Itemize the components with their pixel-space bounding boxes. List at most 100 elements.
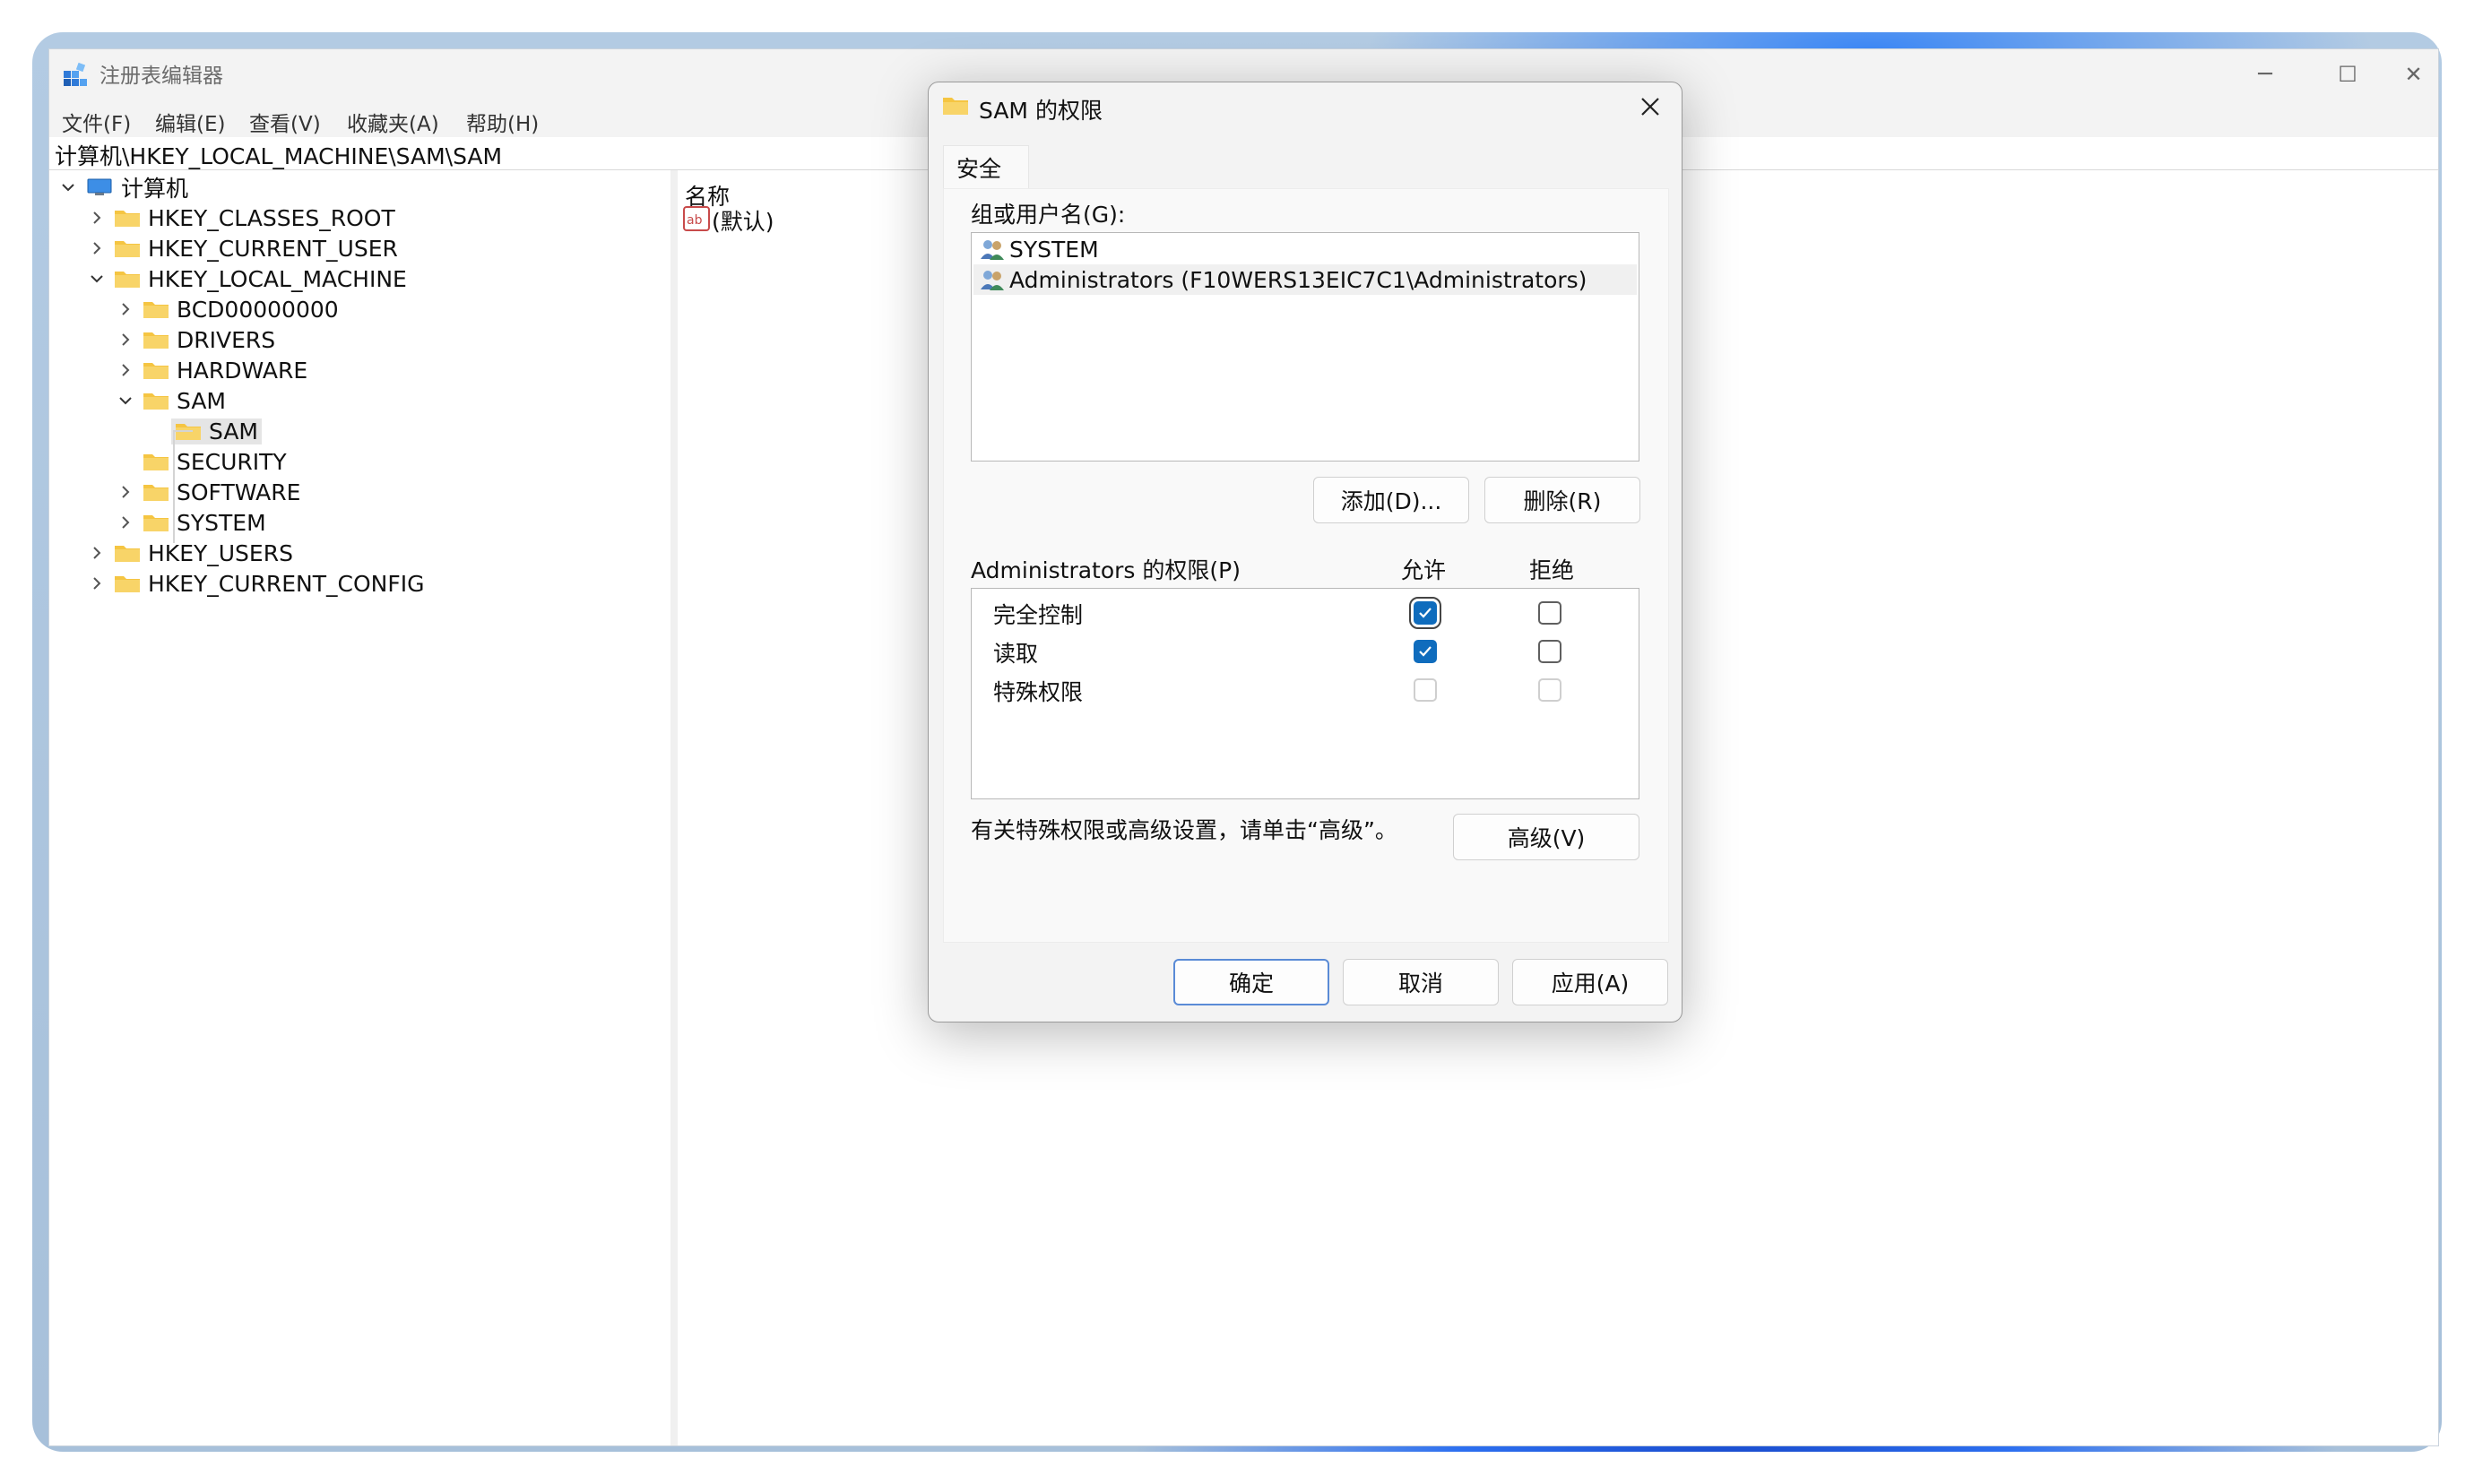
tree-item-security[interactable]: SECURITY: [143, 446, 287, 477]
computer-icon: [87, 178, 112, 195]
tree-item-label: BCD00000000: [177, 296, 339, 323]
special-deny-checkbox: [1538, 678, 1561, 702]
tree-item-hkey-local-machine[interactable]: HKEY_LOCAL_MACHINE: [87, 263, 407, 294]
tree-connector: [173, 430, 175, 543]
folder-icon: [143, 302, 169, 318]
tree-item-sam[interactable]: SAM: [116, 385, 226, 416]
tree-item-label: HKEY_CURRENT_USER: [148, 235, 398, 262]
read-deny-checkbox[interactable]: [1538, 640, 1561, 663]
user-name: SYSTEM: [1009, 236, 1099, 263]
tree-item-hardware[interactable]: HARDWARE: [116, 355, 307, 385]
user-item-administrators[interactable]: Administrators (F10WERS13EIC7C1\Administ…: [973, 264, 1637, 295]
folder-open-icon: [115, 272, 140, 288]
dialog-close-button[interactable]: [1628, 88, 1673, 125]
ok-button[interactable]: 确定: [1173, 959, 1329, 1005]
pane-splitter[interactable]: [670, 170, 678, 1445]
value-name[interactable]: (默认): [712, 204, 774, 237]
address-path[interactable]: 计算机\HKEY_LOCAL_MACHINE\SAM\SAM: [55, 139, 502, 171]
chevron-right-icon[interactable]: [116, 299, 135, 319]
permission-read: 读取: [993, 641, 1039, 667]
tree-item-label: HKEY_LOCAL_MACHINE: [148, 265, 407, 292]
tree-item-label: HARDWARE: [177, 357, 308, 384]
svg-text:ab: ab: [687, 213, 703, 228]
folder-icon: [143, 515, 169, 531]
chevron-down-icon[interactable]: [116, 391, 135, 410]
checkmark-icon: [1419, 608, 1432, 618]
chevron-right-icon[interactable]: [116, 482, 135, 502]
remove-button[interactable]: 删除(R): [1484, 477, 1640, 523]
tree-item-system[interactable]: SYSTEM: [116, 507, 266, 538]
tree-item-label: 计算机: [121, 176, 189, 202]
tree-item-computer[interactable]: 计算机: [58, 172, 188, 203]
read-allow-checkbox[interactable]: [1414, 640, 1437, 663]
string-value-icon: ab: [683, 206, 710, 231]
tree-item-label: SYSTEM: [177, 509, 266, 536]
advanced-button[interactable]: 高级(V): [1453, 814, 1639, 860]
user-group-icon: [981, 271, 1004, 290]
full-control-deny-checkbox[interactable]: [1538, 601, 1561, 625]
menu-view[interactable]: 查看(V): [249, 107, 321, 137]
maximize-button[interactable]: ☐: [2306, 49, 2389, 99]
user-item-system[interactable]: SYSTEM: [973, 234, 1637, 264]
tree-item-label: HKEY_USERS: [148, 539, 293, 566]
chevron-right-icon[interactable]: [116, 360, 135, 380]
permission-special: 特殊权限: [993, 679, 1084, 705]
user-group-icon: [981, 240, 1004, 260]
dialog-title: SAM 的权限: [979, 98, 1103, 124]
window-title: 注册表编辑器: [99, 65, 223, 88]
folder-open-icon: [143, 393, 169, 410]
tree-item-software[interactable]: SOFTWARE: [116, 477, 300, 507]
cancel-button[interactable]: 取消: [1343, 959, 1499, 1005]
tree-item-drivers[interactable]: DRIVERS: [116, 324, 275, 355]
tab-security[interactable]: 安全: [943, 145, 1029, 188]
tree-item-label: DRIVERS: [177, 326, 276, 353]
chevron-right-icon[interactable]: [87, 574, 107, 593]
folder-icon: [115, 241, 140, 257]
tree-item-label: SECURITY: [177, 448, 287, 475]
chevron-right-icon[interactable]: [116, 330, 135, 349]
chevron-down-icon[interactable]: [87, 269, 107, 289]
menu-help[interactable]: 帮助(H): [466, 107, 539, 137]
folder-icon: [115, 546, 140, 562]
full-control-allow-checkbox[interactable]: [1409, 597, 1441, 629]
folder-icon: [943, 98, 968, 115]
chevron-down-icon[interactable]: [58, 177, 78, 197]
menu-favorites[interactable]: 收藏夹(A): [347, 107, 439, 137]
tree-item-hkey-current-user[interactable]: HKEY_CURRENT_USER: [87, 233, 398, 263]
permissions-label: Administrators 的权限(P): [971, 557, 1241, 583]
users-list[interactable]: SYSTEM Administrators (F10WERS13EIC7C1\A…: [971, 232, 1639, 462]
tree-item-hkey-current-config[interactable]: HKEY_CURRENT_CONFIG: [87, 568, 424, 599]
folder-icon: [115, 211, 140, 227]
user-name: Administrators (F10WERS13EIC7C1\Administ…: [1009, 266, 1587, 293]
menu-file[interactable]: 文件(F): [62, 107, 131, 137]
folder-icon: [143, 485, 169, 501]
tree-item-hkey-users[interactable]: HKEY_USERS: [87, 538, 293, 568]
advanced-hint: 有关特殊权限或高级设置，请单击“高级”。: [971, 817, 1397, 843]
tree-item-hkey-classes-root[interactable]: HKEY_CLASSES_ROOT: [87, 203, 395, 233]
close-button[interactable]: ✕: [2389, 49, 2438, 99]
close-icon: [1641, 98, 1659, 116]
registry-editor-icon: [64, 62, 87, 86]
tree-item-label: SAM: [209, 418, 259, 444]
add-button[interactable]: 添加(D)...: [1313, 477, 1469, 523]
chevron-right-icon[interactable]: [87, 543, 107, 563]
folder-icon: [143, 332, 169, 349]
minimize-button[interactable]: ─: [2224, 49, 2306, 99]
allow-column-header: 允许: [1401, 557, 1447, 583]
folder-icon: [115, 576, 140, 592]
tree-connector: [173, 430, 193, 432]
special-allow-checkbox: [1414, 678, 1437, 702]
folder-icon: [143, 363, 169, 379]
checkmark-icon: [1419, 646, 1432, 657]
permission-full-control: 完全控制: [993, 602, 1084, 628]
apply-button[interactable]: 应用(A): [1512, 959, 1668, 1005]
deny-column-header: 拒绝: [1529, 557, 1575, 583]
chevron-right-icon[interactable]: [87, 238, 107, 258]
chevron-right-icon[interactable]: [116, 513, 135, 532]
groups-label: 组或用户名(G):: [971, 202, 1126, 228]
chevron-right-icon[interactable]: [87, 208, 107, 228]
tree-item-bcd[interactable]: BCD00000000: [116, 294, 339, 324]
tree-item-label: SOFTWARE: [177, 479, 301, 505]
folder-icon: [143, 454, 169, 470]
menu-edit[interactable]: 编辑(E): [155, 107, 225, 137]
